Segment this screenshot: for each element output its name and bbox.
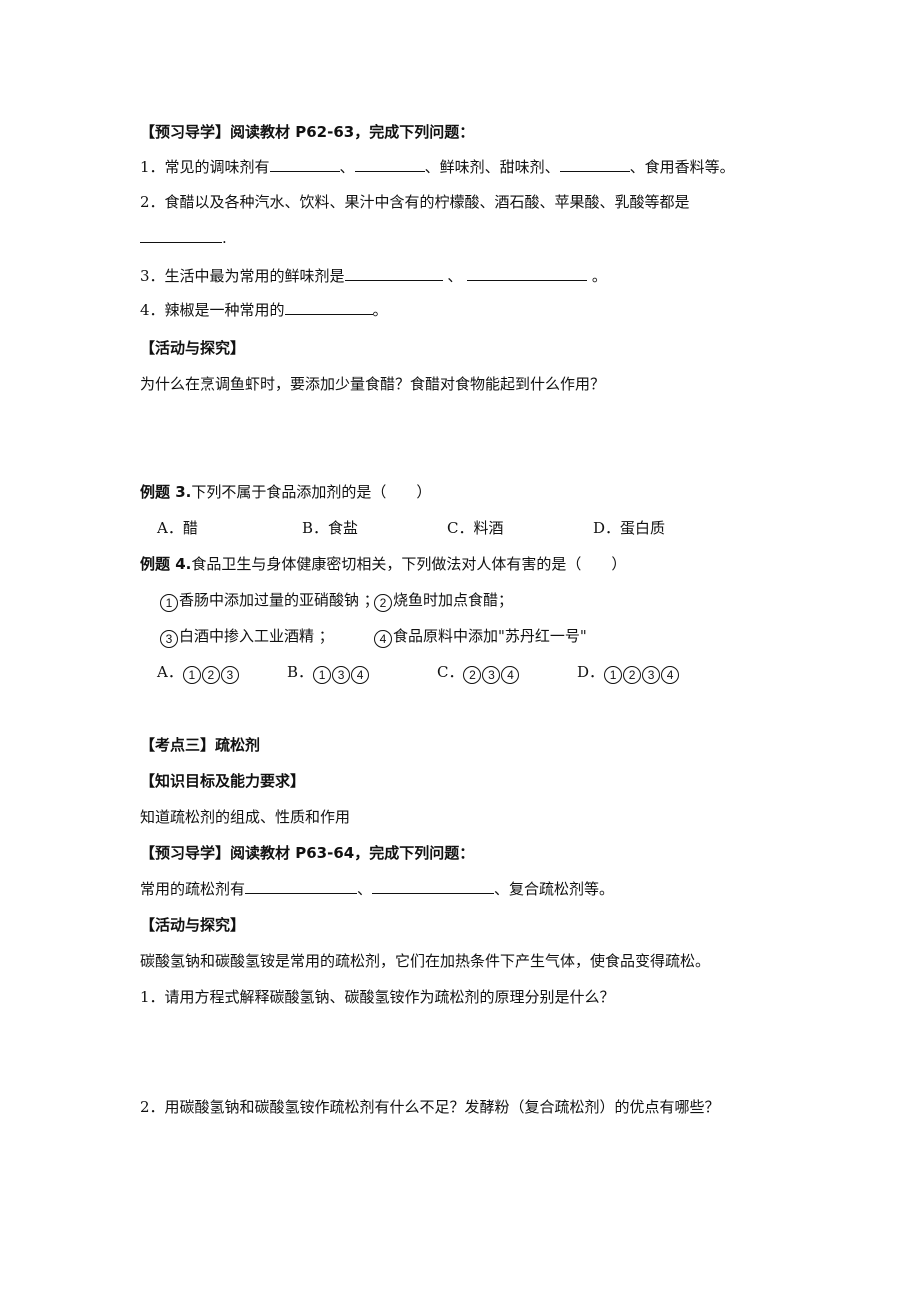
option-letter: D． bbox=[577, 663, 605, 681]
circled-number: 1 bbox=[604, 666, 623, 684]
blank-seasoning-2[interactable] bbox=[354, 157, 425, 172]
item-text: 白酒中掺入工业酒精 ； bbox=[179, 627, 334, 645]
circled-number: 4 bbox=[351, 666, 370, 684]
example-4-item-1: 1 香肠中添加过量的亚硝酸钠 ； bbox=[160, 590, 379, 612]
blank-seasoning-3[interactable] bbox=[559, 157, 630, 172]
blank-acid[interactable] bbox=[140, 228, 222, 243]
q1-prefix: 1．常见的调味剂有 bbox=[140, 158, 270, 176]
circled-number: 4 bbox=[501, 666, 520, 684]
option-letter: B． bbox=[287, 663, 314, 681]
example-4-label: 例题 4. bbox=[140, 555, 192, 573]
leavening-fill: 常用的疏松剂有 、 、复合疏松剂等。 bbox=[140, 879, 614, 899]
circled-number: 1 bbox=[182, 666, 201, 684]
q1-suffix: 、食用香料等。 bbox=[629, 158, 735, 176]
example-3-option-a: A．醋 bbox=[157, 519, 198, 537]
fill-sep: 、 bbox=[357, 880, 373, 898]
blank-pepper[interactable] bbox=[284, 300, 373, 315]
q3-sep: 、 bbox=[442, 267, 468, 285]
blank-seasoning-1[interactable] bbox=[269, 157, 340, 172]
example-4-item-4: 4 食品原料中添加"苏丹红一号" bbox=[374, 626, 587, 648]
question-4: 4．辣椒是一种常用的 。 bbox=[140, 300, 388, 320]
example-4-option-a: A． 1 2 3 bbox=[157, 662, 240, 684]
preview-heading-1: 【预习导学】阅读教材 P62-63，完成下列问题： bbox=[140, 123, 475, 141]
example-3-option-d: D．蛋白质 bbox=[593, 519, 666, 537]
option-letter: A． bbox=[157, 663, 183, 681]
circled-number: 1 bbox=[160, 594, 178, 612]
goal-text: 知道疏松剂的组成、性质和作用 bbox=[140, 808, 351, 826]
q4-end: 。 bbox=[372, 301, 388, 319]
circled-number: 3 bbox=[642, 666, 661, 684]
blank-leavening-1[interactable] bbox=[245, 879, 358, 894]
activity-intro: 碳酸氢钠和碳酸氢铵是常用的疏松剂，它们在加热条件下产生气体，使食品变得疏松。 bbox=[140, 952, 711, 970]
item-text: 香肠中添加过量的亚硝酸钠 ； bbox=[179, 591, 379, 609]
q2-end: . bbox=[222, 229, 227, 247]
circled-number: 1 bbox=[313, 666, 332, 684]
example-4-item-3: 3 白酒中掺入工业酒精 ； bbox=[160, 626, 334, 648]
blank-leavening-2[interactable] bbox=[372, 879, 495, 894]
item-text: 烧鱼时加点食醋； bbox=[393, 591, 514, 609]
question-2-answer: . bbox=[140, 228, 227, 248]
circled-number: 3 bbox=[160, 630, 178, 648]
example-3: 例题 3.下列不属于食品添加剂的是（ ） bbox=[140, 482, 431, 502]
example-3-label: 例题 3. bbox=[140, 483, 192, 501]
q3-end: 。 bbox=[587, 267, 607, 285]
circled-number: 2 bbox=[201, 666, 220, 684]
question-3: 3．生活中最为常用的鲜味剂是 、 。 bbox=[140, 266, 607, 286]
circled-number: 3 bbox=[482, 666, 501, 684]
question-1: 1．常见的调味剂有 、 、鲜味剂、甜味剂、 、食用香料等。 bbox=[140, 157, 735, 177]
example-4-question: 食品卫生与身体健康密切相关，下列做法对人体有害的是（ ） bbox=[191, 555, 627, 573]
blank-umami-2[interactable] bbox=[467, 266, 588, 281]
example-4-item-2: 2 烧鱼时加点食醋； bbox=[374, 590, 513, 612]
example-4-option-d: D． 1 2 3 4 bbox=[577, 662, 680, 684]
goal-heading: 【知识目标及能力要求】 bbox=[140, 772, 306, 790]
activity-heading-2: 【活动与探究】 bbox=[140, 916, 246, 934]
fill-suffix: 、复合疏松剂等。 bbox=[494, 880, 615, 898]
fill-prefix: 常用的疏松剂有 bbox=[140, 880, 246, 898]
q1-mid: 、鲜味剂、甜味剂、 bbox=[424, 158, 560, 176]
blank-umami-1[interactable] bbox=[344, 266, 443, 281]
example-3-option-c: C．料酒 bbox=[447, 519, 504, 537]
example-3-option-b: B．食盐 bbox=[302, 519, 359, 537]
circled-number: 4 bbox=[374, 630, 392, 648]
question-2: 2．食醋以及各种汽水、饮料、果汁中含有的柠檬酸、酒石酸、苹果酸、乳酸等都是 bbox=[140, 193, 690, 211]
circled-number: 2 bbox=[374, 594, 392, 612]
activity-heading-1: 【活动与探究】 bbox=[140, 339, 246, 357]
option-letter: C． bbox=[437, 663, 464, 681]
item-text: 食品原料中添加"苏丹红一号" bbox=[393, 627, 587, 645]
activity-question-2-2: 2．用碳酸氢钠和碳酸氢铵作疏松剂有什么不足？发酵粉（复合疏松剂）的优点有哪些？ bbox=[140, 1098, 720, 1116]
example-4: 例题 4.食品卫生与身体健康密切相关，下列做法对人体有害的是（ ） bbox=[140, 554, 626, 574]
circled-number: 4 bbox=[661, 666, 680, 684]
q4-prefix: 4．辣椒是一种常用的 bbox=[140, 301, 285, 319]
section-3-title: 【考点三】疏松剂 bbox=[140, 736, 261, 754]
activity-question-2-1: 1．请用方程式解释碳酸氢钠、碳酸氢铵作为疏松剂的原理分别是什么？ bbox=[140, 988, 615, 1006]
activity-question-1: 为什么在烹调鱼虾时，要添加少量食醋？食醋对食物能起到什么作用？ bbox=[140, 375, 606, 393]
example-4-option-c: C． 2 3 4 bbox=[437, 662, 520, 684]
circled-number: 3 bbox=[220, 666, 239, 684]
preview-heading-2: 【预习导学】阅读教材 P63-64，完成下列问题： bbox=[140, 844, 475, 862]
example-4-option-b: B． 1 3 4 bbox=[287, 662, 370, 684]
q3-prefix: 3．生活中最为常用的鲜味剂是 bbox=[140, 267, 345, 285]
circled-number: 3 bbox=[332, 666, 351, 684]
example-3-question: 下列不属于食品添加剂的是（ ） bbox=[191, 483, 432, 501]
circled-number: 2 bbox=[623, 666, 642, 684]
q1-sep: 、 bbox=[339, 158, 355, 176]
circled-number: 2 bbox=[463, 666, 482, 684]
